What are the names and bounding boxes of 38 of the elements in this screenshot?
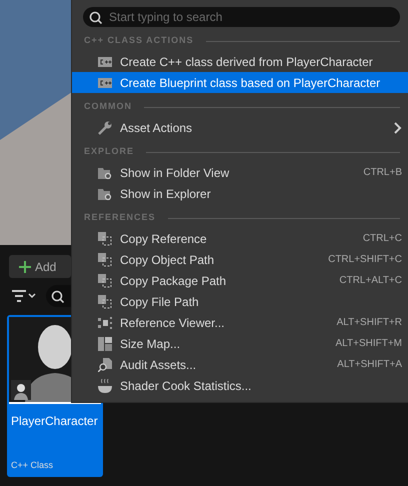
filter-icon [12,289,36,303]
menu-item[interactable]: Copy File Path [72,291,408,312]
copy-icon [98,274,112,288]
menu-item[interactable]: Copy Package Path CTRL+ALT+C [72,270,408,291]
asset-type: C++ Class [10,458,54,472]
shortcut-text: ALT+SHIFT+M [336,337,402,351]
shortcut-text: CTRL+C [362,232,402,246]
bowl-icon [98,378,112,392]
shortcut-text: ALT+SHIFT+R [336,316,402,330]
copy-icon [98,232,112,246]
search-icon [51,290,64,302]
menu-item[interactable]: Copy Reference CTRL+C [72,228,408,249]
folder-search-icon [98,186,112,200]
copy-icon [98,294,112,308]
add-button[interactable]: Add [9,255,71,278]
document-search-icon [98,358,112,372]
shortcut-text: ALT+SHIFT+A [337,358,402,372]
node-graph-icon [98,316,112,330]
menu-item[interactable]: Create C++ class derived from PlayerCharacter [72,51,408,72]
plus-icon [19,260,31,272]
search-icon [89,11,102,24]
search-field[interactable]: Start typing to search [83,7,400,27]
cpp-file-icon [98,76,112,90]
cpp-file-icon [98,54,112,68]
wrench-icon [98,120,112,134]
menu-item[interactable]: Show in Folder View CTRL+B [72,162,408,183]
shortcut-text: CTRL+SHIFT+C [328,253,402,267]
menu-item[interactable]: Create Blueprint class based on PlayerCharacter [72,72,408,93]
shortcut-text: CTRL+B [363,166,402,180]
asset-name: PlayerCharacter [10,413,99,430]
blocks-icon [98,336,112,350]
class-icon [11,380,31,400]
menu-item[interactable]: Asset Actions [72,117,408,138]
menu-item[interactable]: Copy Object Path CTRL+SHIFT+C [72,249,408,270]
shortcut-text: CTRL+ALT+C [339,274,402,288]
menu-item[interactable]: Show in Explorer [72,183,408,204]
folder-search-icon [98,166,112,180]
copy-icon [98,252,112,266]
